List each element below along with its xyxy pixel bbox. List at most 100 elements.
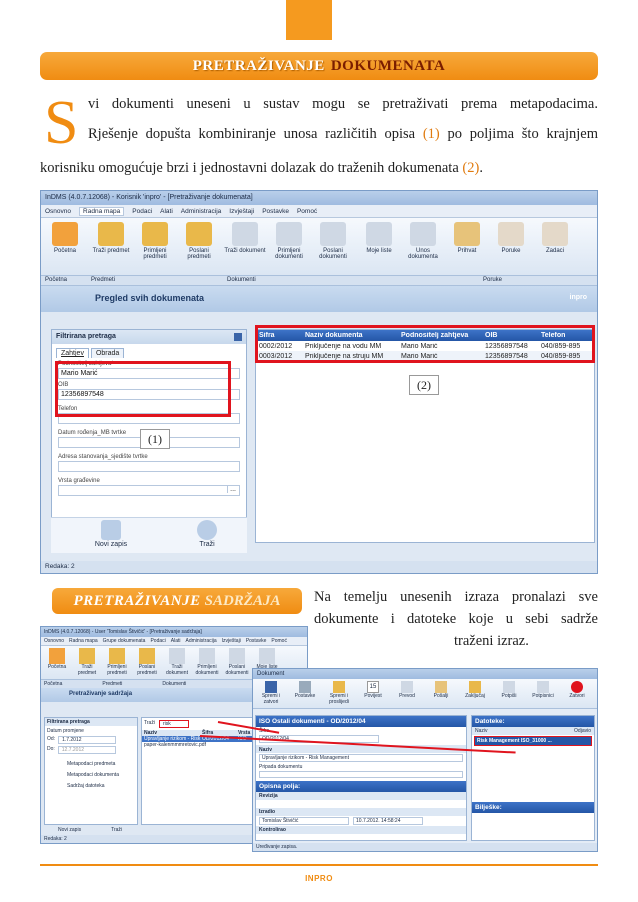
toolbar-label: Postavke	[294, 693, 316, 699]
translate-icon	[401, 681, 413, 693]
checkbox-label[interactable]: Sadržaj datoteka	[45, 778, 137, 789]
menu-item[interactable]: Postavke	[262, 208, 289, 215]
author-field[interactable]: Tomislav Štivičić	[259, 817, 349, 825]
toolbar: Spremi i zatvori Postavke Spremi i prosl…	[253, 679, 597, 709]
ribbon-button[interactable]: Primljeni predmeti	[133, 222, 177, 260]
group-label: Početna	[44, 681, 63, 687]
lock-icon	[469, 681, 481, 693]
ribbon-button[interactable]: Poslani dokumenti	[311, 222, 355, 260]
send-icon	[435, 681, 447, 693]
field-label: Adresa stanovanja_sjedište tvrtke	[58, 454, 148, 460]
toolbar-label: Spremi i zatvori	[261, 693, 281, 705]
ribbon-button[interactable]: Traži predmet	[89, 222, 133, 254]
highlight-results	[255, 325, 595, 363]
checkbox-label[interactable]: Metapodaci dokumenta	[45, 767, 137, 778]
toolbar-label: Potpiši	[501, 693, 517, 699]
ribbon-button[interactable]: Primljeni dokumenti	[267, 222, 311, 260]
message-icon	[498, 222, 524, 246]
title-field[interactable]: Upravljanje rizikom - Risk Management	[259, 754, 463, 762]
footer-divider	[40, 864, 598, 866]
toolbar-button[interactable]: Zaključaj	[459, 681, 491, 706]
menu-item[interactable]: Pomoć	[271, 638, 287, 644]
menu-item[interactable]: Podaci	[150, 638, 165, 644]
ribbon-label: Primljeni dokumenti	[195, 664, 219, 676]
toolbar-label: Prevod	[399, 693, 415, 699]
toolbar-button[interactable]: Postavke	[289, 681, 321, 706]
ribbon-button[interactable]: Primljeni dokumenti	[193, 648, 221, 677]
menu-item[interactable]: Izvještaji	[229, 208, 254, 215]
menu-item[interactable]: Osnovno	[45, 208, 71, 215]
folder-out-icon	[186, 222, 212, 246]
menu-item[interactable]: Podaci	[132, 208, 152, 215]
ribbon-button[interactable]: Poslani predmeti	[177, 222, 221, 260]
ribbon-button[interactable]: Poruke	[489, 222, 533, 254]
toolbar-button[interactable]: 15 Povijest	[357, 681, 389, 706]
tab-obrada[interactable]: Obrada	[90, 348, 125, 358]
ribbon-button[interactable]: Poslani dokumenti	[223, 648, 251, 677]
ribbon-button-home[interactable]: Početna	[43, 222, 87, 254]
menu-item[interactable]: Administracija	[181, 208, 221, 215]
ellipsis-button[interactable]: ...	[227, 486, 238, 493]
toolbar-button[interactable]: Potpiši	[493, 681, 525, 706]
signers-icon	[537, 681, 549, 693]
menu-item-active[interactable]: Radna mapa	[79, 206, 125, 216]
search-input[interactable]: risk	[158, 720, 189, 728]
group-label: Početna	[45, 277, 68, 283]
ribbon-button[interactable]: Traži dokument	[163, 648, 191, 677]
file-row[interactable]: Risk Management ISO_31000 ...	[474, 736, 592, 746]
date-from-input[interactable]: 1.7.2012	[58, 736, 117, 744]
toolbar-button[interactable]: Zatvori	[561, 681, 593, 706]
field-label: Pripada dokumentu	[259, 764, 303, 770]
toolbar-button[interactable]: Prevod	[391, 681, 423, 706]
menu-item[interactable]: Postavke	[246, 638, 267, 644]
date-field[interactable]: 10.7.2012. 14:58:24	[353, 817, 423, 825]
menu-item[interactable]: Alati	[160, 208, 173, 215]
page-header: Pregled svih dokumenata inpro	[41, 286, 597, 312]
ribbon-button[interactable]: Moje liste	[357, 222, 401, 254]
parent-document-field[interactable]	[259, 771, 463, 778]
footer-brand-a: IN	[305, 874, 315, 883]
toolbar-button[interactable]: Pošalji	[425, 681, 457, 706]
menu-item[interactable]: Alati	[171, 638, 181, 644]
ribbon-button[interactable]: Traži predmet	[73, 648, 101, 677]
search-button[interactable]: Traži	[111, 827, 122, 833]
section2-title-a: PRETRAŽIVANJE	[73, 592, 201, 609]
menu-item[interactable]: Administracija	[186, 638, 217, 644]
menu-item[interactable]: Radna mapa	[69, 638, 98, 644]
ribbon-button[interactable]: Primljeni predmeti	[103, 648, 131, 677]
ribbon-button[interactable]: Traži dokument	[223, 222, 267, 254]
ribbon-button[interactable]: Zadaci	[533, 222, 577, 254]
menu-item[interactable]: Pomoć	[297, 208, 317, 215]
filter-panel-header: Filtrirana pretraga	[52, 330, 246, 344]
column-header[interactable]: Naziv	[475, 728, 488, 734]
list-icon	[259, 648, 275, 664]
new-record-button[interactable]: Novi zapis	[81, 520, 141, 548]
ribbon-label: Poruke	[501, 248, 521, 254]
column-header[interactable]: Odjavio	[574, 728, 591, 734]
group-label: Predmeti	[102, 681, 123, 687]
tab-zahtjev[interactable]: Zahtjev	[56, 348, 89, 358]
ribbon-label: Moje liste	[366, 248, 392, 254]
toolbar-button[interactable]: Spremi i proslijedi	[323, 681, 355, 706]
address-field[interactable]	[58, 461, 240, 472]
search-button[interactable]: Traži	[177, 520, 237, 548]
ribbon-button[interactable]: Unos dokumenta	[401, 222, 445, 260]
ribbon-button[interactable]: Početna	[43, 648, 71, 677]
new-record-button[interactable]: Novi zapis	[58, 827, 81, 833]
date-to-input[interactable]: 12.7.2012	[57, 746, 116, 754]
ribbon-button[interactable]: Prihvat	[445, 222, 489, 254]
checkbox-label[interactable]: Metapodaci predmeta	[45, 756, 137, 767]
close-icon	[571, 681, 583, 693]
menu-item[interactable]: Grupe dokumenata	[103, 638, 146, 644]
building-type-field[interactable]: ...	[58, 485, 240, 496]
window-title: InDMS (4.0.7.12068) - Korisnik 'inpro' -…	[41, 191, 597, 205]
document-header: ISO Ostali dokumenti - OD/2012/04	[256, 716, 466, 727]
toolbar-button[interactable]: Potpisnici	[527, 681, 559, 706]
menu-item[interactable]: Osnovno	[44, 638, 64, 644]
ribbon-button[interactable]: Poslani predmeti	[133, 648, 161, 677]
ribbon-label: Primljeni predmeti	[143, 248, 167, 260]
menu-item[interactable]: Izvještaji	[222, 638, 241, 644]
save-icon[interactable]	[234, 333, 242, 341]
document-in-icon	[199, 648, 215, 664]
toolbar-button[interactable]: Spremi i zatvori	[255, 681, 287, 706]
